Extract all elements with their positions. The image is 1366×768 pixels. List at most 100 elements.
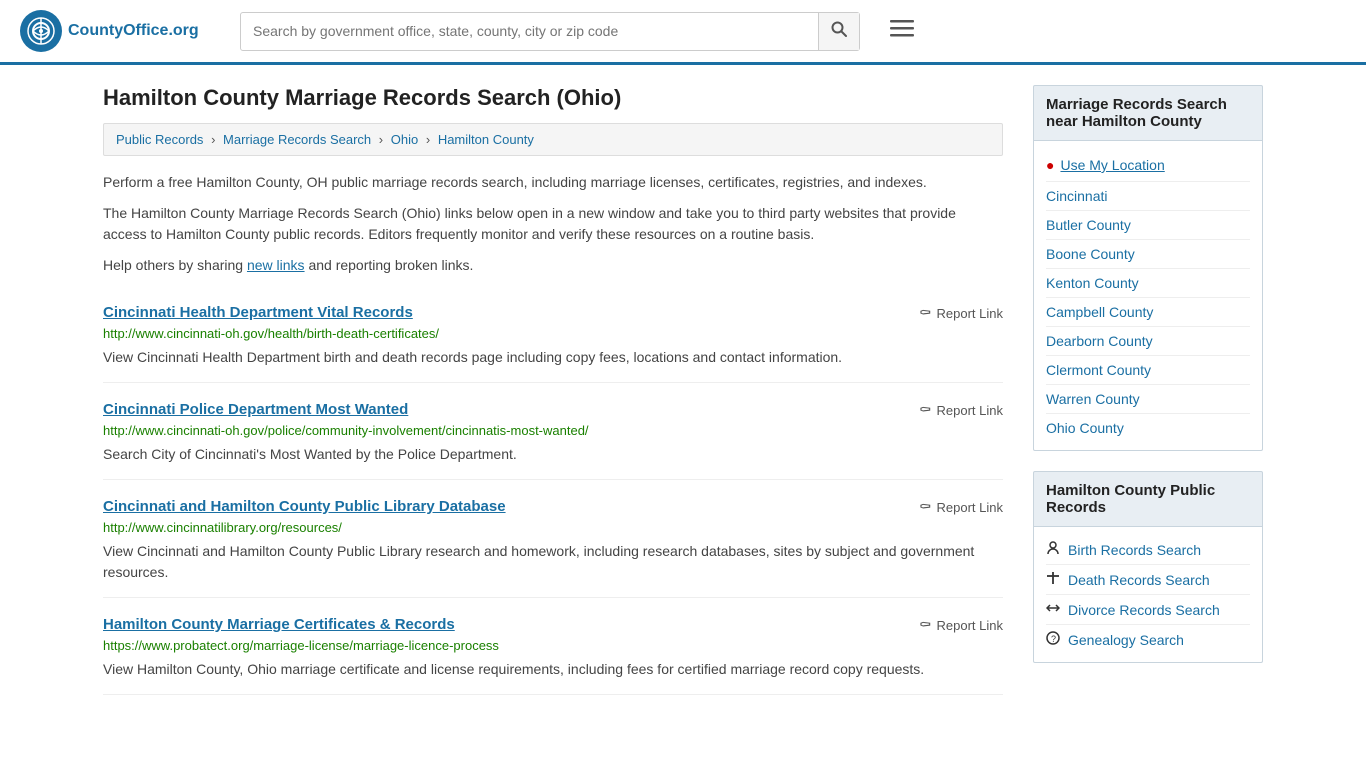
nearby-location-link[interactable]: Warren County [1046,391,1140,407]
public-records-link[interactable]: Genealogy Search [1068,632,1184,648]
nearby-location-item[interactable]: Clermont County [1046,356,1250,385]
result-url: http://www.cincinnati-oh.gov/police/comm… [103,423,1003,438]
logo-area[interactable]: CountyOffice.org [20,10,220,52]
report-link[interactable]: ⚰ Report Link [919,616,1003,634]
result-item: Cincinnati and Hamilton County Public Li… [103,480,1003,598]
content-area: Hamilton County Marriage Records Search … [103,85,1003,695]
header: CountyOffice.org [0,0,1366,65]
report-link[interactable]: ⚰ Report Link [919,304,1003,322]
public-records-body: Birth Records Search Death Records Searc… [1033,527,1263,663]
nearby-body: ● Use My Location Cincinnati Butler Count… [1033,141,1263,451]
search-input[interactable] [241,15,818,47]
nearby-location-link[interactable]: Campbell County [1046,304,1153,320]
report-link-icon: ⚰ [919,304,932,322]
search-bar [240,12,860,51]
sidebar: Marriage Records Search near Hamilton Co… [1033,85,1263,695]
public-records-header: Hamilton County Public Records [1033,471,1263,527]
menu-icon[interactable] [890,16,914,46]
public-records-items: Birth Records Search Death Records Searc… [1046,535,1250,654]
public-records-icon [1046,541,1060,558]
public-records-icon [1046,601,1060,618]
report-link-icon: ⚰ [919,401,932,419]
report-link-icon: ⚰ [919,498,932,516]
result-header: Hamilton County Marriage Certificates & … [103,616,1003,634]
result-desc: View Cincinnati and Hamilton County Publ… [103,541,1003,583]
result-title[interactable]: Cincinnati and Hamilton County Public Li… [103,498,506,515]
report-link-label: Report Link [937,500,1003,515]
nearby-location-item[interactable]: Warren County [1046,385,1250,414]
nearby-section: Marriage Records Search near Hamilton Co… [1033,85,1263,451]
nearby-location-link[interactable]: Cincinnati [1046,188,1107,204]
result-item: Cincinnati Health Department Vital Recor… [103,286,1003,383]
report-link-icon: ⚰ [919,616,932,634]
results-list: Cincinnati Health Department Vital Recor… [103,286,1003,695]
nearby-location-item[interactable]: Ohio County [1046,414,1250,442]
breadcrumb-marriage-records[interactable]: Marriage Records Search [223,132,371,147]
report-link-label: Report Link [937,403,1003,418]
result-item: Cincinnati Police Department Most Wanted… [103,383,1003,480]
nearby-location-link[interactable]: Clermont County [1046,362,1151,378]
use-location-link[interactable]: Use My Location [1060,157,1164,173]
logo-icon [20,10,62,52]
public-records-icon: ? [1046,631,1060,648]
breadcrumb: Public Records › Marriage Records Search… [103,123,1003,156]
result-header: Cincinnati Police Department Most Wanted… [103,401,1003,419]
result-header: Cincinnati and Hamilton County Public Li… [103,498,1003,516]
public-records-icon [1046,571,1060,588]
person-icon [1046,541,1060,555]
search-button[interactable] [818,13,859,50]
breadcrumb-public-records[interactable]: Public Records [116,132,203,147]
nearby-location-item[interactable]: Kenton County [1046,269,1250,298]
nearby-location-item[interactable]: Boone County [1046,240,1250,269]
nearby-header: Marriage Records Search near Hamilton Co… [1033,85,1263,141]
result-title[interactable]: Cincinnati Police Department Most Wanted [103,401,408,418]
use-location-item[interactable]: ● Use My Location [1046,149,1250,182]
search-icon [831,21,847,37]
result-desc: View Hamilton County, Ohio marriage cert… [103,659,1003,680]
report-link[interactable]: ⚰ Report Link [919,498,1003,516]
breadcrumb-ohio[interactable]: Ohio [391,132,418,147]
nearby-location-link[interactable]: Ohio County [1046,420,1124,436]
report-link-label: Report Link [937,618,1003,633]
location-pin-icon: ● [1046,157,1054,173]
public-records-link-item[interactable]: Birth Records Search [1046,535,1250,565]
result-item: Hamilton County Marriage Certificates & … [103,598,1003,695]
nearby-location-item[interactable]: Cincinnati [1046,182,1250,211]
result-header: Cincinnati Health Department Vital Recor… [103,304,1003,322]
main-container: Hamilton County Marriage Records Search … [83,65,1283,715]
nearby-location-link[interactable]: Boone County [1046,246,1135,262]
page-title: Hamilton County Marriage Records Search … [103,85,1003,111]
logo-text: CountyOffice.org [68,22,199,40]
report-link-label: Report Link [937,306,1003,321]
result-url: http://www.cincinnati-oh.gov/health/birt… [103,326,1003,341]
public-records-link[interactable]: Birth Records Search [1068,542,1201,558]
result-title[interactable]: Hamilton County Marriage Certificates & … [103,616,455,633]
description-3: Help others by sharing new links and rep… [103,255,1003,276]
svg-text:?: ? [1051,634,1056,644]
public-records-link-item[interactable]: Death Records Search [1046,565,1250,595]
nearby-location-link[interactable]: Kenton County [1046,275,1139,291]
arrows-icon [1046,601,1060,615]
result-desc: Search City of Cincinnati's Most Wanted … [103,444,1003,465]
public-records-link[interactable]: Divorce Records Search [1068,602,1220,618]
nearby-location-item[interactable]: Butler County [1046,211,1250,240]
nearby-location-item[interactable]: Campbell County [1046,298,1250,327]
nearby-locations: Cincinnati Butler County Boone County Kento… [1046,182,1250,442]
public-records-section: Hamilton County Public Records Birth Rec… [1033,471,1263,663]
description-1: Perform a free Hamilton County, OH publi… [103,172,1003,193]
genealogy-icon: ? [1046,631,1060,645]
public-records-link-item[interactable]: ? Genealogy Search [1046,625,1250,654]
report-link[interactable]: ⚰ Report Link [919,401,1003,419]
public-records-link[interactable]: Death Records Search [1068,572,1210,588]
nearby-location-link[interactable]: Butler County [1046,217,1131,233]
description-2: The Hamilton County Marriage Records Sea… [103,203,1003,245]
result-url: https://www.probatect.org/marriage-licen… [103,638,1003,653]
new-links-link[interactable]: new links [247,257,305,273]
nearby-location-link[interactable]: Dearborn County [1046,333,1153,349]
breadcrumb-hamilton[interactable]: Hamilton County [438,132,534,147]
result-title[interactable]: Cincinnati Health Department Vital Recor… [103,304,413,321]
result-desc: View Cincinnati Health Department birth … [103,347,1003,368]
result-url: http://www.cincinnatilibrary.org/resourc… [103,520,1003,535]
public-records-link-item[interactable]: Divorce Records Search [1046,595,1250,625]
nearby-location-item[interactable]: Dearborn County [1046,327,1250,356]
